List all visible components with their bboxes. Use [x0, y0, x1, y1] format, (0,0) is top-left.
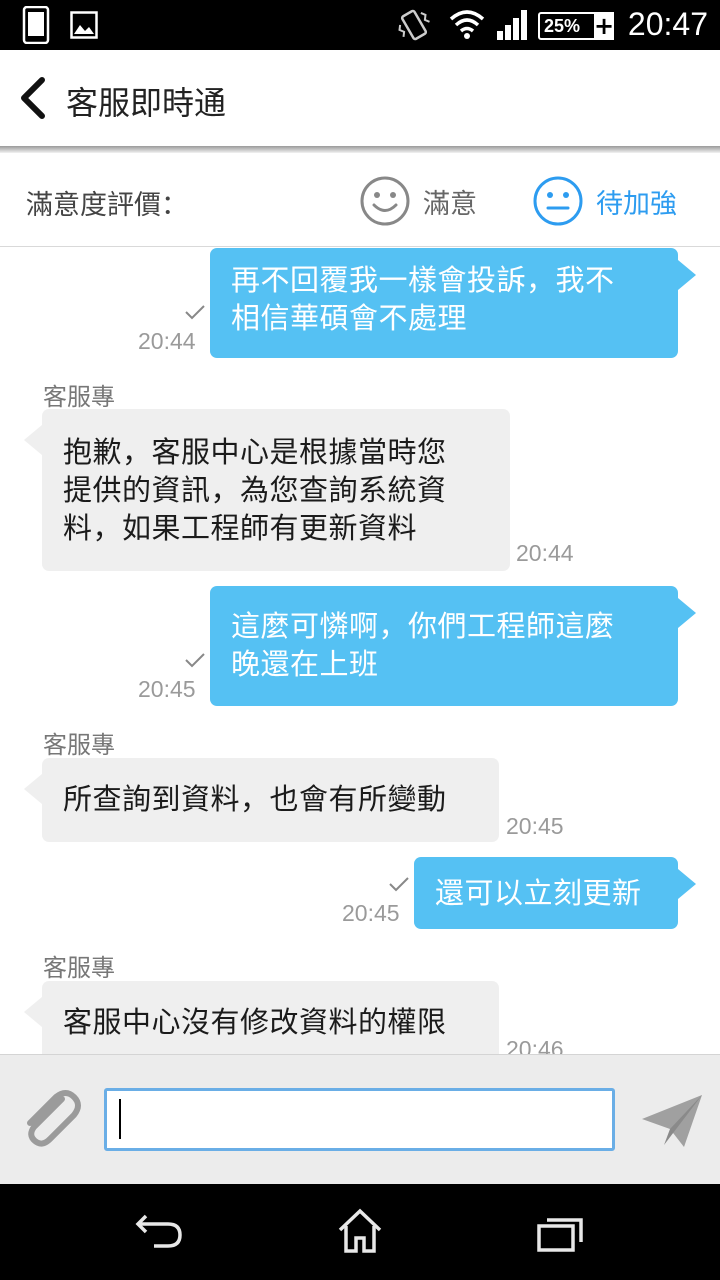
battery-percent: 25% [544, 16, 581, 36]
message-text-line: 晚還在上班 [231, 647, 379, 681]
status-bar: 25% + 20:47 [0, 0, 720, 50]
rating-bar: 滿意度評價： 滿意 待加強 [0, 152, 720, 247]
rating-option-label: 滿意 [423, 188, 477, 220]
system-nav-bar [0, 1184, 720, 1280]
check-icon [389, 877, 409, 892]
check-icon [185, 653, 205, 668]
charging-icon: + [594, 12, 615, 40]
chat-message-list[interactable]: 20:44 再不回覆我一樣會投訴，我不 相信華碩會不處理 客服專員 hungyi… [0, 248, 720, 1054]
rating-option-label: 待加強 [596, 188, 677, 220]
message-text-line: 這麼可憐啊，你們工程師這麼 [231, 609, 615, 643]
message-bubble[interactable]: 還可以立刻更新 [414, 857, 696, 929]
app-bar: 客服即時通 [0, 50, 720, 146]
message-bubble[interactable]: 所查詢到資料，也會有所變動 [24, 758, 499, 842]
signal-icon [497, 10, 527, 40]
message-text-line: 再不回覆我一樣會投訴，我不 [231, 263, 615, 297]
image-icon [70, 11, 98, 39]
message-time: 20:45 [342, 900, 400, 926]
back-icon[interactable] [134, 1210, 184, 1250]
rating-option-needs-improvement[interactable]: 待加強 [532, 175, 677, 227]
message-input[interactable] [104, 1088, 615, 1151]
phone-icon [22, 6, 50, 44]
message-bubble[interactable]: 客服中心沒有修改資料的權限 [24, 981, 499, 1054]
page-title: 客服即時通 [66, 84, 227, 122]
send-icon[interactable] [640, 1093, 704, 1149]
message-bubble[interactable]: 抱歉，客服中心是根據當時您 提供的資訊，為您查詢系統資 料，如果工程師有更新資料 [24, 409, 510, 571]
message-time: 20:44 [516, 540, 574, 566]
home-icon[interactable] [336, 1208, 384, 1254]
status-time: 20:47 [627, 6, 708, 42]
rating-label: 滿意度評價： [26, 190, 188, 221]
message-text-line: 相信華碩會不處理 [231, 301, 468, 335]
message-time: 20:46 [506, 1036, 564, 1054]
message-bubble[interactable]: 再不回覆我一樣會投訴，我不 相信華碩會不處理 [210, 248, 696, 358]
paperclip-icon[interactable] [16, 1085, 82, 1153]
message-text-line: 抱歉，客服中心是根據當時您 [63, 435, 447, 469]
smile-icon [360, 176, 410, 226]
text-cursor [119, 1099, 121, 1139]
message-time: 20:45 [506, 813, 564, 839]
chevron-left-icon[interactable] [14, 76, 50, 120]
wifi-icon [449, 10, 485, 39]
message-text-line: 所查詢到資料，也會有所變動 [63, 782, 447, 816]
message-text-line: 料，如果工程師有更新資料 [63, 511, 418, 545]
neutral-face-icon [533, 176, 583, 226]
recents-icon[interactable] [536, 1216, 584, 1252]
message-text-line: 客服中心沒有修改資料的權限 [63, 1005, 447, 1039]
message-time: 20:45 [138, 676, 196, 702]
message-text-line: 提供的資訊，為您查詢系統資 [63, 473, 447, 507]
message-bubble[interactable]: 這麼可憐啊，你們工程師這麼 晚還在上班 [210, 586, 696, 706]
rating-option-satisfied[interactable]: 滿意 [359, 175, 477, 227]
message-compose-bar [0, 1054, 720, 1184]
message-time: 20:44 [138, 328, 196, 354]
vibrate-icon [398, 9, 430, 41]
check-icon [185, 305, 205, 320]
message-text-line: 還可以立刻更新 [435, 876, 642, 910]
